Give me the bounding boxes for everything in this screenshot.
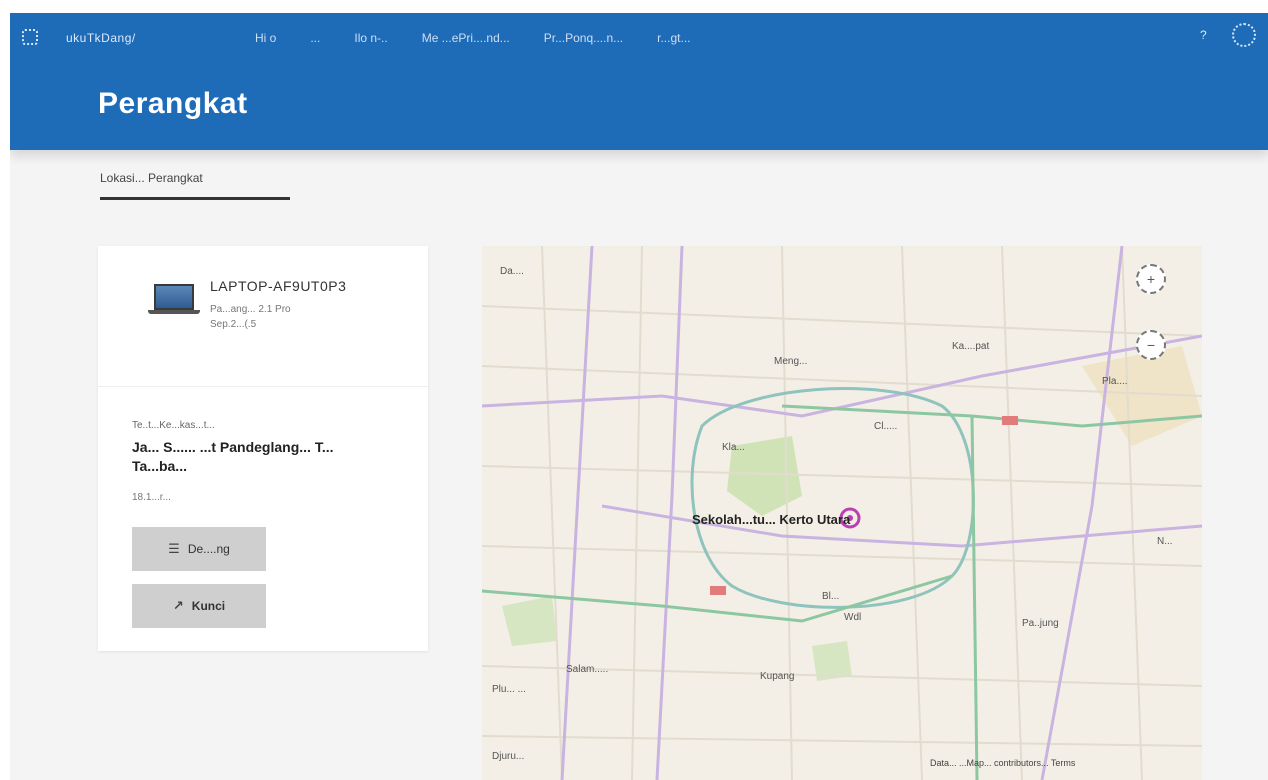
- brand-name[interactable]: ukuTkDang/: [66, 31, 136, 45]
- zoom-in-button[interactable]: +: [1136, 264, 1166, 294]
- device-location-text: Ja... S...... ...t Pandeglang... T... Ta…: [132, 439, 334, 474]
- top-nav: ukuTkDang/ Hi o ... Ilo n-.. Me ...ePri.…: [10, 13, 1268, 65]
- map-place-label: Ka....pat: [952, 341, 990, 352]
- lock-button-label: Kunci: [191, 599, 226, 613]
- device-name: LAPTOP-AF9UT0P3: [210, 278, 347, 294]
- help-icon[interactable]: ?: [1200, 28, 1214, 42]
- device-detail: Sep.2...(.5: [210, 319, 257, 330]
- map-center-label: Sekolah...tu... Kerto Utara: [692, 512, 851, 527]
- map-place-label: Salam.....: [566, 664, 609, 675]
- nav-link-5[interactable]: Pr...Ponq....n...: [544, 31, 623, 45]
- map-attribution[interactable]: Data... ...Map... contributors... Terms: [930, 758, 1075, 768]
- map-place-label: Bl...: [822, 591, 840, 602]
- zoom-out-label: −: [1146, 337, 1156, 353]
- map-place-label: Cl.....: [874, 421, 898, 432]
- map-place-label: Wdl: [844, 612, 862, 623]
- nav-link-2[interactable]: ...: [310, 31, 320, 45]
- map-place-label: N...: [1157, 536, 1173, 547]
- ring-icon: ☰: [168, 541, 180, 556]
- nav-link-4[interactable]: Me ...ePri....nd...: [422, 31, 510, 45]
- account-icon[interactable]: [1232, 23, 1256, 47]
- location-map[interactable]: Da.... Meng... Ka....pat Pla.... Kla... …: [482, 246, 1202, 780]
- device-model: Pa...ang... 2.1 Pro: [210, 304, 291, 315]
- lock-button[interactable]: ↗ Kunci: [132, 584, 266, 628]
- device-summary: LAPTOP-AF9UT0P3 Pa...ang... 2.1 Pro Sep.…: [98, 246, 428, 387]
- app-header: ukuTkDang/ Hi o ... Ilo n-.. Me ...ePri.…: [10, 13, 1268, 150]
- grid-menu-icon[interactable]: [22, 29, 38, 45]
- laptop-icon: [154, 284, 194, 310]
- map-place-label: Kupang: [760, 671, 795, 682]
- map-place-label: Djuru...: [492, 751, 525, 762]
- app-frame: ukuTkDang/ Hi o ... Ilo n-.. Me ...ePri.…: [10, 13, 1268, 780]
- laptop-base-icon: [148, 310, 200, 314]
- device-card: LAPTOP-AF9UT0P3 Pa...ang... 2.1 Pro Sep.…: [98, 246, 428, 651]
- last-seen-label: Te..t...Ke...kas...t...: [132, 420, 215, 431]
- map-place-label: Pa..jung: [1022, 618, 1059, 629]
- zoom-in-label: +: [1146, 271, 1156, 287]
- nav-link-1[interactable]: Hi o: [255, 31, 276, 45]
- nav-links: Hi o ... Ilo n-.. Me ...ePri....nd... Pr…: [255, 31, 725, 45]
- ring-button-label: De....ng: [187, 542, 230, 556]
- tab-device-location[interactable]: Lokasi... Perangkat: [100, 171, 290, 200]
- last-seen-time: 18.1...r...: [132, 492, 171, 503]
- map-place-label: Meng...: [774, 356, 808, 367]
- ring-button[interactable]: ☰ De....ng: [132, 527, 266, 571]
- map-place-label: Da....: [500, 266, 524, 277]
- map-place-label: Kla...: [722, 442, 745, 453]
- zoom-out-button[interactable]: −: [1136, 330, 1166, 360]
- lock-icon: ↗: [172, 598, 184, 613]
- nav-link-3[interactable]: Ilo n-..: [354, 31, 387, 45]
- map-place-label: Pla....: [1102, 376, 1128, 387]
- page-title: Perangkat: [98, 87, 248, 120]
- nav-link-6[interactable]: r...gt...: [657, 31, 690, 45]
- map-place-label: Plu... ...: [492, 684, 526, 695]
